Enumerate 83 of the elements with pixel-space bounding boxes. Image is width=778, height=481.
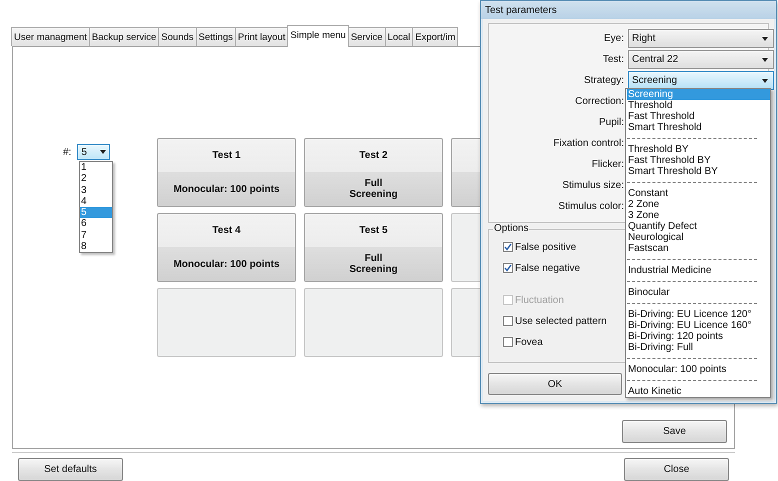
- list-option[interactable]: 2: [80, 173, 112, 185]
- tile-subtitle: Full Screening: [349, 253, 398, 275]
- field-label: Strategy:: [582, 75, 624, 86]
- test-tile[interactable]: Test 2 Full Screening: [304, 138, 443, 207]
- tab[interactable]: Service: [348, 27, 386, 46]
- list-option[interactable]: Quantify Defect: [627, 221, 770, 232]
- caret-icon: [762, 36, 768, 40]
- caret-icon: [100, 150, 106, 154]
- parameter-dropdown[interactable]: Central 22: [628, 50, 774, 69]
- tab[interactable]: Settings: [196, 27, 236, 46]
- parameter-dropdown[interactable]: Right: [628, 29, 774, 48]
- field-label: Correction:: [574, 96, 624, 107]
- tab[interactable]: User managment: [11, 27, 90, 46]
- checkbox-label: Fluctuation: [515, 294, 564, 306]
- list-option[interactable]: 4: [80, 196, 112, 208]
- list-option[interactable]: Threshold: [627, 100, 770, 111]
- field-label: Stimulus size:: [561, 180, 624, 191]
- tile-title: Test 5: [359, 225, 388, 236]
- tile-subtitle: Monocular: 100 points: [173, 184, 280, 194]
- caret-icon: [762, 58, 768, 62]
- test-tile[interactable]: Test 5 Full Screening: [304, 213, 443, 282]
- checkbox-label: False negative: [515, 262, 580, 274]
- count-dropdown[interactable]: 5: [77, 144, 110, 160]
- list-option[interactable]: Industrial Medicine: [627, 265, 770, 276]
- list-option[interactable]: Fast Threshold BY: [627, 155, 770, 166]
- list-option[interactable]: 3 Zone: [627, 210, 770, 221]
- list-option[interactable]: 1: [80, 162, 112, 174]
- test-tile[interactable]: Test 4 Monocular: 100 points: [157, 213, 296, 282]
- list-option[interactable]: 2 Zone: [627, 199, 770, 210]
- list-option[interactable]: Constant: [627, 188, 770, 199]
- list-option[interactable]: 6: [80, 218, 112, 230]
- tile-title: Test 4: [212, 225, 241, 236]
- empty-tile[interactable]: [304, 288, 443, 357]
- checkbox-label: Fovea: [515, 336, 543, 348]
- close-button[interactable]: Close: [624, 458, 729, 481]
- checkbox-label: False positive: [515, 242, 576, 252]
- tab[interactable]: Local: [384, 27, 414, 46]
- list-option[interactable]: Binocular: [627, 287, 770, 298]
- caret-icon: [762, 78, 768, 82]
- parameter-dropdown[interactable]: Screening: [628, 71, 774, 90]
- ok-button[interactable]: OK: [488, 373, 622, 395]
- field-label: Test:: [602, 54, 624, 65]
- field-label: Eye:: [602, 33, 624, 44]
- tile-subtitle: Monocular: 100 points: [173, 258, 280, 270]
- list-option[interactable]: Fast Threshold: [627, 111, 770, 122]
- checkbox[interactable]: [503, 242, 513, 252]
- list-option[interactable]: 8: [80, 241, 112, 252]
- list-option[interactable]: Neurological: [627, 232, 770, 243]
- checkbox[interactable]: [503, 337, 513, 347]
- dialog-title: Test parameters: [485, 4, 557, 16]
- count-label: #:: [63, 146, 72, 158]
- set-defaults-button[interactable]: Set defaults: [18, 458, 123, 481]
- list-option[interactable]: Bi-Driving: Full: [627, 342, 770, 353]
- list-option[interactable]: 7: [80, 230, 112, 242]
- list-option[interactable]: Threshold BY: [627, 144, 770, 155]
- field-label: Pupil:: [598, 117, 624, 128]
- list-option[interactable]: Bi-Driving: EU Licence 120°: [627, 309, 770, 320]
- list-option[interactable]: Smart Threshold: [627, 122, 770, 133]
- empty-tile[interactable]: [157, 288, 296, 357]
- list-option[interactable]: Fastscan: [627, 243, 770, 254]
- tab[interactable]: Backup service: [88, 27, 160, 46]
- checkbox[interactable]: [503, 263, 513, 273]
- tile-title: Test 1: [212, 150, 241, 161]
- checkbox-label: Use selected pattern: [515, 316, 607, 326]
- test-tile[interactable]: Test 1 Monocular: 100 points: [157, 138, 296, 207]
- checkbox[interactable]: [503, 316, 513, 326]
- tab[interactable]: Sounds: [158, 27, 197, 46]
- tab[interactable]: Simple menu: [287, 25, 349, 47]
- save-button[interactable]: Save: [622, 420, 727, 443]
- tile-title: Test 2: [359, 150, 388, 161]
- options-title: Options: [493, 223, 530, 234]
- list-option[interactable]: Bi-Driving: EU Licence 160°: [627, 320, 770, 331]
- field-label: Stimulus color:: [557, 201, 624, 212]
- list-option[interactable]: Smart Threshold BY: [627, 166, 770, 177]
- field-label: Flicker:: [590, 159, 624, 170]
- list-option[interactable]: 3: [80, 184, 112, 196]
- tile-subtitle: Full Screening: [349, 178, 398, 200]
- list-option[interactable]: Bi-Driving: 120 points: [627, 331, 770, 342]
- list-option[interactable]: Auto Kinetic: [627, 386, 770, 397]
- tab[interactable]: Print layout: [234, 27, 288, 46]
- tab[interactable]: Export/im: [412, 27, 458, 46]
- field-label: Fixation control:: [552, 138, 624, 149]
- list-option[interactable]: Monocular: 100 points: [627, 364, 770, 375]
